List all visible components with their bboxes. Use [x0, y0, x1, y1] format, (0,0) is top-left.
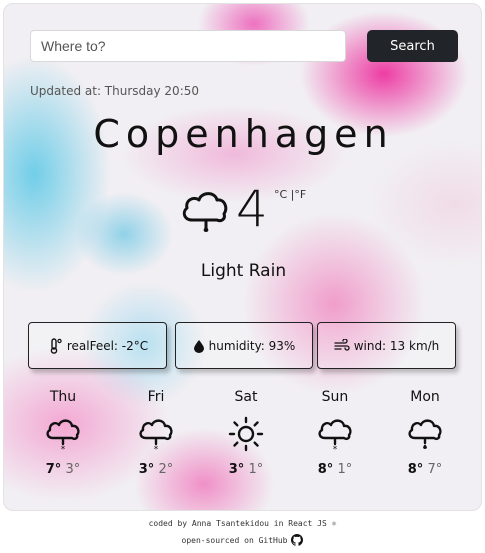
svg-text:*: * — [333, 445, 338, 452]
forecast-low: 1° — [248, 462, 264, 477]
forecast-low: 3° — [65, 462, 81, 477]
github-link[interactable]: open-sourced on GitHub — [0, 534, 485, 546]
cloud-snow-icon: * — [46, 419, 80, 452]
humidity-label: humidity: 93% — [208, 338, 296, 353]
forecast-day-name: Sat — [234, 389, 258, 405]
real-feel-stat: realFeel: -2°C — [28, 322, 167, 369]
search-button[interactable]: Search — [367, 30, 458, 62]
real-feel-label: realFeel: -2°C — [66, 338, 149, 353]
forecast-temps: 8° 7° — [390, 462, 460, 477]
footer: coded by Anna Tsantekidou in React JS ⚛ … — [0, 519, 485, 546]
forecast-day: Fri * 3° 2° — [121, 386, 191, 477]
forecast-day-name: Fri — [147, 389, 165, 405]
source-text: open-sourced on GitHub — [181, 535, 288, 545]
forecast-day: Mon 8° 7° — [390, 386, 460, 477]
search-bar: Search — [30, 30, 458, 62]
forecast-day: Sun * 8° 1° — [300, 386, 370, 477]
weather-stats: realFeel: -2°C humidity: 93% wind: 13 km… — [28, 322, 456, 369]
sun-icon — [228, 416, 264, 452]
credit-text: coded by Anna Tsantekidou in React JS ⚛ — [148, 519, 337, 528]
forecast-day-name: Thu — [49, 389, 77, 405]
forecast-low: 7° — [427, 462, 443, 477]
forecast-high: 7° — [45, 462, 62, 477]
forecast-high: 8° — [407, 462, 424, 477]
forecast-temps: 8° 1° — [300, 462, 370, 477]
forecast-low: 1° — [337, 462, 353, 477]
github-icon — [291, 534, 304, 546]
forecast-low: 2° — [158, 462, 174, 477]
forecast-list: Thu * 7° 3° Fri * 3° 2° Sat 3° 1° Sun * … — [18, 386, 468, 496]
forecast-high: 3° — [138, 462, 155, 477]
wind-stat: wind: 13 km/h — [317, 322, 456, 369]
thermometer-icon — [50, 337, 62, 354]
weather-card: Search Updated at: Thursday 20:50 Copenh… — [3, 3, 482, 511]
weather-condition: Light Rain — [200, 261, 287, 281]
wind-label: wind: 13 km/h — [353, 338, 440, 353]
search-input[interactable] — [30, 30, 346, 62]
svg-text:*: * — [61, 445, 66, 452]
forecast-temps: 7° 3° — [28, 462, 98, 477]
svg-text:*: * — [154, 445, 159, 452]
cloud-snow-icon: * — [318, 419, 352, 452]
updated-timestamp: Updated at: Thursday 20:50 — [30, 84, 200, 98]
water-drop-icon — [193, 339, 204, 353]
wind-icon — [334, 338, 350, 351]
current-temperature: 4 — [236, 180, 268, 238]
forecast-day: Thu * 7° 3° — [28, 386, 98, 477]
forecast-temps: 3° 1° — [211, 462, 281, 477]
unit-toggle[interactable]: °C |°F — [274, 188, 306, 201]
forecast-day-name: Mon — [410, 389, 440, 405]
humidity-stat: humidity: 93% — [175, 322, 313, 369]
forecast-day-name: Sun — [321, 389, 349, 405]
forecast-high: 3° — [228, 462, 245, 477]
current-weather: 4 °C |°F — [180, 180, 320, 244]
cloud-rain-icon — [408, 419, 442, 449]
cloud-snow-icon: * — [139, 419, 173, 452]
forecast-temps: 3° 2° — [121, 462, 191, 477]
city-name: Copenhagen — [93, 112, 394, 156]
forecast-day: Sat 3° 1° — [211, 386, 281, 477]
forecast-high: 8° — [317, 462, 334, 477]
cloud-rain-icon — [182, 192, 228, 232]
